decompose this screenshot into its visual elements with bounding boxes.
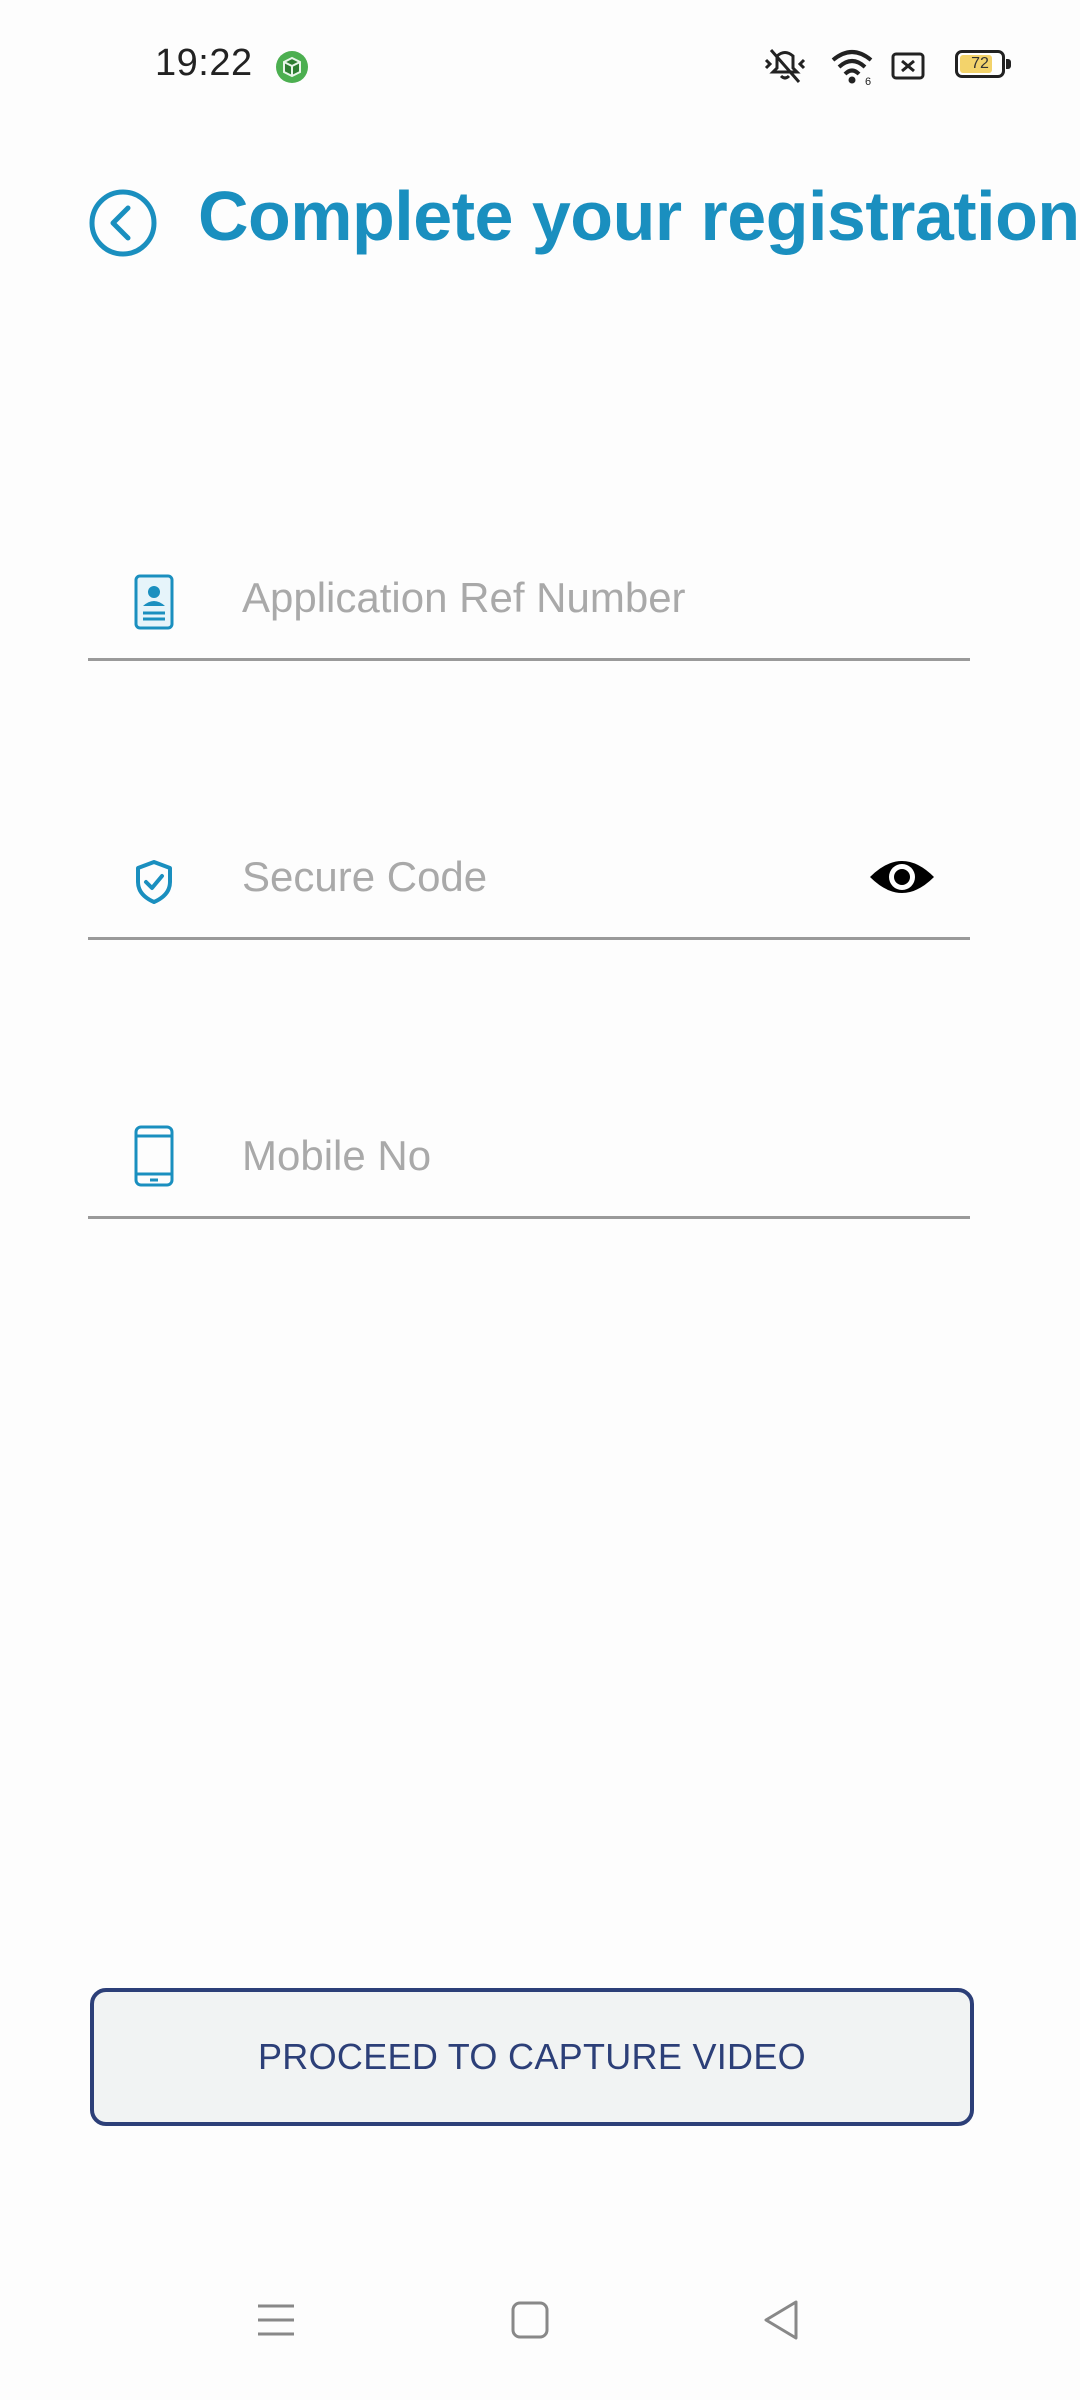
system-nav-bar: [0, 2240, 1080, 2400]
app-notification-icon: [275, 50, 309, 84]
secure-code-input[interactable]: [242, 837, 902, 917]
mobile-phone-icon: [132, 1124, 176, 1187]
registration-screen: 19:22 6 72 Complete your registration Ap…: [0, 0, 1080, 2400]
battery-level: 72: [971, 55, 989, 72]
home-icon[interactable]: [500, 2290, 560, 2350]
id-card-icon: [132, 572, 176, 632]
wifi-icon: 6: [830, 46, 874, 86]
chevron-left-circle-icon: [88, 189, 158, 262]
battery-icon: 72: [955, 50, 1013, 80]
eye-icon[interactable]: [868, 853, 936, 901]
page-title: Complete your registration: [198, 177, 1080, 255]
secure-code-field: [88, 817, 970, 940]
sim-icon: [890, 46, 926, 86]
back-triangle-icon[interactable]: [752, 2290, 812, 2350]
back-button[interactable]: [88, 188, 158, 258]
mobile-no-field: [88, 1096, 970, 1219]
mute-vibrate-icon: [762, 46, 808, 86]
menu-icon[interactable]: [246, 2290, 306, 2350]
proceed-to-capture-video-button[interactable]: PROCEED TO CAPTURE VIDEO: [90, 1988, 974, 2126]
application-ref-field: [88, 538, 970, 661]
status-time: 19:22: [155, 42, 253, 84]
mobile-no-input[interactable]: [242, 1116, 902, 1196]
application-ref-input[interactable]: [242, 558, 902, 638]
svg-text:6: 6: [865, 76, 871, 86]
shield-check-icon: [132, 857, 176, 917]
status-bar: 19:22 6 72: [0, 0, 1080, 130]
